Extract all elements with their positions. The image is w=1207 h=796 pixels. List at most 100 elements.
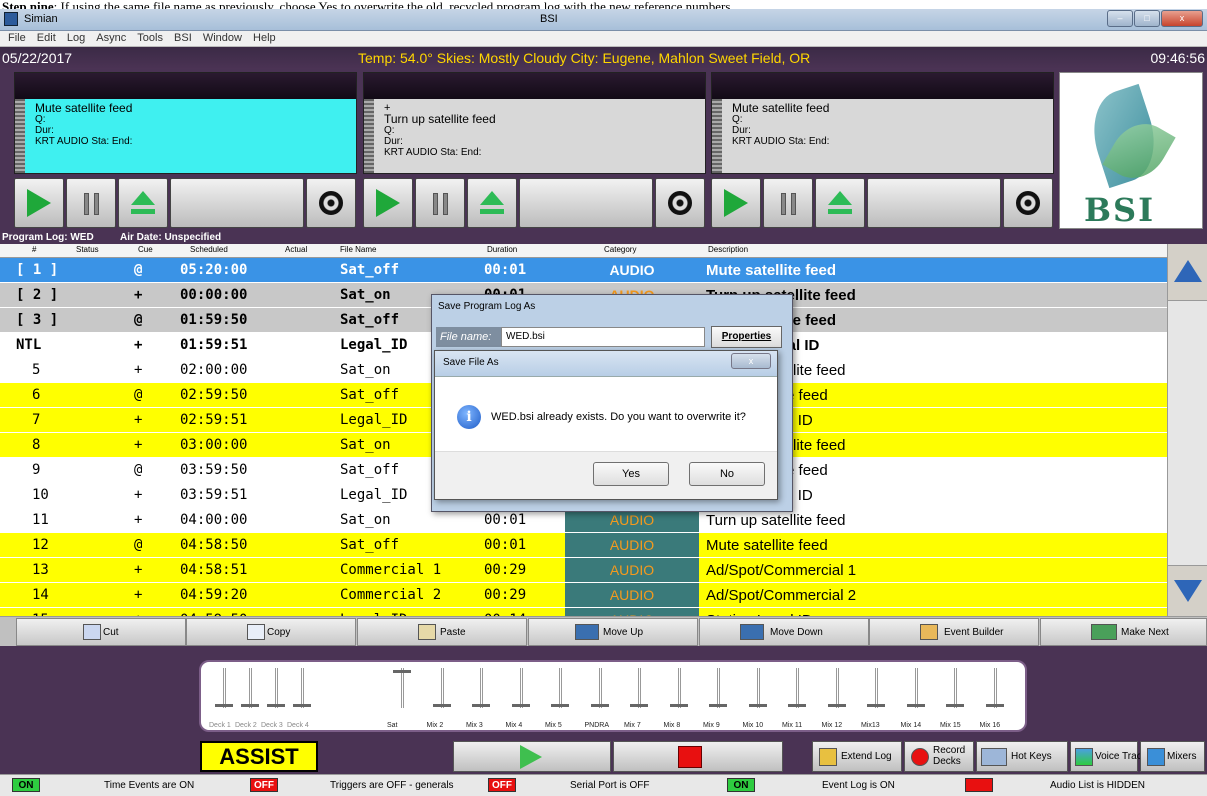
col-num[interactable]: # [32,245,36,254]
deck-2-blank-button[interactable] [519,178,653,228]
deck-2-eject-button[interactable] [467,178,517,228]
deck-2-fader[interactable] [241,668,259,716]
mix-11-fader-knob[interactable] [788,704,806,707]
mix-1-fader[interactable] [393,668,411,716]
col-category[interactable]: Category [604,245,636,254]
mix-5-fader-knob[interactable] [551,704,569,707]
mix-10-fader-knob[interactable] [748,704,767,707]
no-button[interactable]: No [689,462,765,486]
menu-file[interactable]: File [8,31,26,46]
mix-6-fader-knob[interactable] [590,704,609,707]
mix-14-fader[interactable] [906,668,925,716]
mix-3-fader[interactable] [472,668,490,716]
mix-9-fader[interactable] [709,668,727,716]
confirm-dialog-close-button[interactable]: x [731,353,771,369]
deck-1-blank-button[interactable] [170,178,304,228]
deck-4-fader-knob[interactable] [293,704,311,707]
deck-2-fader-knob[interactable] [241,704,259,707]
mix-4-fader-knob[interactable] [511,704,530,707]
deck-2-display[interactable]: + Turn up satellite feed Q: Dur: KRT AUD… [363,72,706,174]
deck-3-fader[interactable] [267,668,285,716]
col-description[interactable]: Description [708,245,748,254]
log-row[interactable]: 12 @04:58:50 Sat_off 00:01 AUDIO Mute satelli… [0,533,1167,558]
deck-4-fader[interactable] [293,668,311,716]
mix-2-fader-knob[interactable] [432,704,451,707]
deck-2-speaker-button[interactable] [655,178,705,228]
mix-8-fader[interactable] [669,668,688,716]
deck-2-pause-button[interactable] [415,178,465,228]
main-play-button[interactable] [453,741,611,772]
cut-button[interactable]: Cut [16,618,186,646]
menu-window[interactable]: Window [203,31,242,46]
mix-16-fader[interactable] [985,668,1004,716]
make-next-button[interactable]: Make Next [1040,618,1207,646]
deck-1-pause-button[interactable] [66,178,116,228]
mix-15-fader[interactable] [946,668,964,716]
yes-button[interactable]: Yes [593,462,669,486]
col-duration[interactable]: Duration [487,245,517,254]
assist-mode-button[interactable]: ASSIST [200,741,318,772]
mix-11-fader[interactable] [788,668,806,716]
log-row[interactable]: [ 1 ] @05:20:00 Sat_off 00:01 AUDIO Mute sate… [0,258,1167,283]
mix-4-fader[interactable] [511,668,530,716]
col-scheduled[interactable]: Scheduled [190,245,228,254]
close-button[interactable]: x [1161,10,1203,27]
mix-14-fader-knob[interactable] [906,704,925,707]
menu-help[interactable]: Help [253,31,276,46]
paste-button[interactable]: Paste [357,618,527,646]
move-up-button[interactable]: Move Up [528,618,698,646]
triggers-toggle[interactable]: OFF [250,778,278,792]
mix-15-fader-knob[interactable] [946,704,964,707]
mix-1-fader-knob[interactable] [393,670,411,673]
mix-12-fader[interactable] [827,668,846,716]
deck-1-eject-button[interactable] [118,178,168,228]
file-name-input[interactable]: WED.bsi [501,327,705,347]
mix-12-fader-knob[interactable] [827,704,846,707]
menu-bsi[interactable]: BSI [174,31,192,46]
deck-3-play-button[interactable] [711,178,761,228]
mix-7-fader-knob[interactable] [630,704,648,707]
menu-edit[interactable]: Edit [37,31,56,46]
deck-3-display[interactable]: Mute satellite feed Q: Dur: KRT AUDIO St… [711,72,1054,174]
log-scrollbar[interactable] [1167,244,1207,616]
log-row[interactable]: 13 +04:58:51 Commercial 1 00:29 AUDIO Ad/Spot… [0,558,1167,583]
col-file-name[interactable]: File Name [340,245,376,254]
deck-1-fader-knob[interactable] [215,704,233,707]
deck-3-eject-button[interactable] [815,178,865,228]
voice-track-button[interactable]: Voice Track [1070,741,1147,772]
mixers-button[interactable]: Mixers [1140,741,1205,772]
minimize-button[interactable]: – [1107,10,1133,27]
mix-16-fader-knob[interactable] [985,704,1004,707]
event-log-toggle[interactable]: ON [727,778,755,792]
mix-2-fader[interactable] [432,668,451,716]
maximize-button[interactable]: □ [1134,10,1160,27]
properties-button[interactable]: Properties [711,326,782,348]
deck-2-play-button[interactable] [363,178,413,228]
deck-1-play-button[interactable] [14,178,64,228]
mix-9-fader-knob[interactable] [709,704,727,707]
deck-3-fader-knob[interactable] [267,704,285,707]
log-row[interactable]: 15 +04:59:50 Legal_ID 00:14 AUDIO Station Leg… [0,608,1167,616]
menu-tools[interactable]: Tools [137,31,163,46]
serial-port-toggle[interactable]: OFF [488,778,516,792]
event-builder-button[interactable]: Event Builder [869,618,1039,646]
time-events-toggle[interactable]: ON [12,778,40,792]
audio-list-toggle[interactable] [965,778,993,792]
col-actual[interactable]: Actual [285,245,307,254]
menu-async[interactable]: Async [96,31,126,46]
mix-3-fader-knob[interactable] [472,704,490,707]
extend-log-button[interactable]: Extend Log [812,741,902,772]
hot-keys-button[interactable]: Hot Keys [976,741,1068,772]
scroll-down-icon[interactable] [1174,580,1202,602]
mix-10-fader[interactable] [748,668,767,716]
col-status[interactable]: Status [76,245,99,254]
deck-1-speaker-button[interactable] [306,178,356,228]
mix-5-fader[interactable] [551,668,569,716]
scroll-track[interactable] [1168,300,1207,566]
main-stop-button[interactable] [613,741,783,772]
record-decks-button[interactable]: Record Decks [904,741,974,772]
deck-1-display[interactable]: Mute satellite feed Q: Dur: KRT AUDIO St… [14,72,357,174]
menu-log[interactable]: Log [67,31,85,46]
col-cue[interactable]: Cue [138,245,153,254]
log-row[interactable]: 14 +04:59:20 Commercial 2 00:29 AUDIO Ad/Spot… [0,583,1167,608]
